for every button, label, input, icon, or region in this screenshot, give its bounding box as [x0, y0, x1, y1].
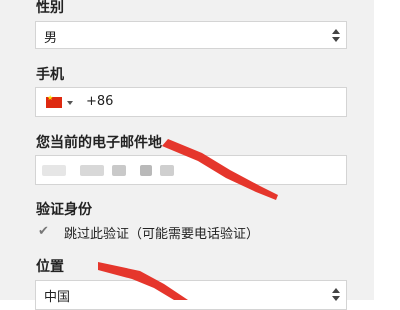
annotation-arrow-lower: [98, 262, 188, 300]
annotation-arrows: [98, 139, 278, 300]
annotation-arrow-upper: [162, 139, 278, 200]
